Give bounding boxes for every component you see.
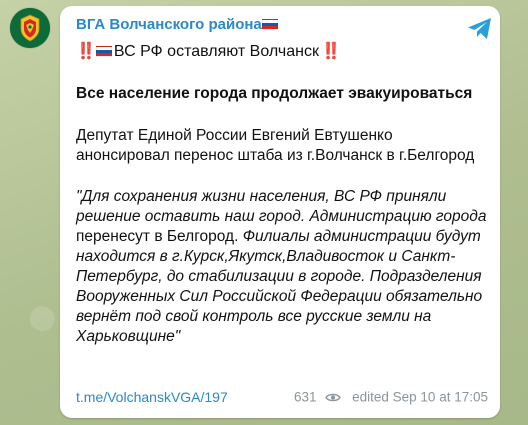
channel-title[interactable]: ВГА Волчанского района <box>76 16 488 34</box>
double-exclamation-icon: ‼️ <box>320 43 341 60</box>
channel-name-text: ВГА Волчанского района <box>76 16 262 33</box>
headline-text: ВС РФ оставляют Волчанск <box>113 43 319 60</box>
coat-of-arms-avatar-icon <box>10 8 50 48</box>
share-button[interactable] <box>460 8 500 48</box>
message-headline: ‼️ ВС РФ оставляют Волчанск ‼️ <box>76 42 488 62</box>
channel-avatar[interactable] <box>10 8 50 48</box>
share-arrow-icon <box>468 18 491 39</box>
quote-text-part2: Филиалы администрации будут находится в … <box>76 228 483 345</box>
quote-text-part1: "Для сохранения жизни населения, ВС РФ п… <box>76 188 487 225</box>
message-meta: 631 edited Sep 10 at 17:05 <box>294 388 488 406</box>
message-timestamp: Sep 10 at 17:05 <box>392 389 488 405</box>
post-link[interactable]: t.me/VolchanskVGA/197 <box>76 388 228 406</box>
evacuation-line: Все население города продолжает эвакуиро… <box>76 85 473 102</box>
deputy-paragraph: Депутат Единой России Евгений Евтушенко … <box>76 127 475 164</box>
quote-text-upright: перенесут в Белгород. <box>76 228 239 245</box>
view-count: 631 <box>294 389 317 405</box>
quote-paragraph: "Для сохранения жизни населения, ВС РФ п… <box>76 187 488 347</box>
edited-label: edited <box>352 389 389 405</box>
russian-flag-icon <box>95 46 112 57</box>
eye-icon <box>325 393 342 402</box>
russian-flag-icon <box>261 19 278 30</box>
double-exclamation-icon: ‼️ <box>76 43 96 60</box>
message-footer: t.me/VolchanskVGA/197 631 edited Sep 10 … <box>76 388 488 406</box>
message-bubble: ВГА Волчанского района ‼️ ВС РФ оставляют… <box>60 6 500 418</box>
